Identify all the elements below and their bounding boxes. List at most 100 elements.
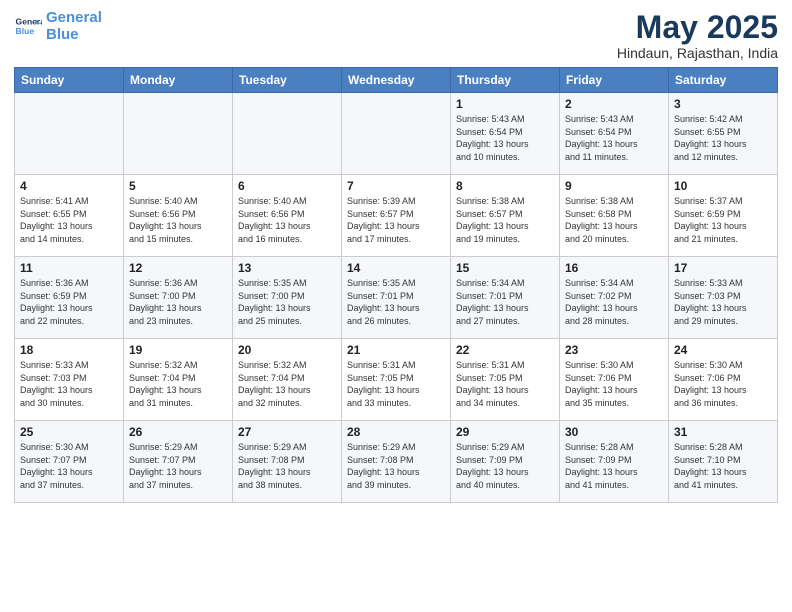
calendar-cell: 8 Sunrise: 5:38 AM Sunset: 6:57 PM Daylig… xyxy=(451,175,560,257)
calendar-week-3: 11Sunrise: 5:36 AM Sunset: 6:59 PM Dayli… xyxy=(15,257,778,339)
day-number: 3 xyxy=(674,97,772,111)
day-info: Sunrise: 5:33 AM Sunset: 7:03 PM Dayligh… xyxy=(20,359,118,409)
title-block: May 2025 Hindaun, Rajasthan, India xyxy=(617,10,778,61)
calendar-cell: 3 Sunrise: 5:42 AM Sunset: 6:55 PM Daylig… xyxy=(669,93,778,175)
day-number: 17 xyxy=(674,261,772,275)
day-info: Sunrise: 5:29 AM Sunset: 7:07 PM Dayligh… xyxy=(129,441,227,491)
calendar-cell: 22Sunrise: 5:31 AM Sunset: 7:05 PM Dayli… xyxy=(451,339,560,421)
calendar-week-5: 25 Sunrise: 5:30 AM Sunset: 7:07 PM Dayli… xyxy=(15,421,778,503)
calendar-cell: 15Sunrise: 5:34 AM Sunset: 7:01 PM Dayli… xyxy=(451,257,560,339)
day-info: Sunrise: 5:35 AM Sunset: 7:00 PM Dayligh… xyxy=(238,277,336,327)
calendar-cell xyxy=(124,93,233,175)
calendar-cell: 21 Sunrise: 5:31 AM Sunset: 7:05 PM Dayli… xyxy=(342,339,451,421)
calendar-page: General Blue General Blue May 2025 Hinda… xyxy=(0,0,792,612)
day-number: 10 xyxy=(674,179,772,193)
day-number: 14 xyxy=(347,261,445,275)
calendar-cell xyxy=(233,93,342,175)
logo: General Blue General Blue xyxy=(14,10,102,43)
day-info: Sunrise: 5:40 AM Sunset: 6:56 PM Dayligh… xyxy=(238,195,336,245)
day-number: 2 xyxy=(565,97,663,111)
day-info: Sunrise: 5:37 AM Sunset: 6:59 PM Dayligh… xyxy=(674,195,772,245)
day-info: Sunrise: 5:33 AM Sunset: 7:03 PM Dayligh… xyxy=(674,277,772,327)
day-info: Sunrise: 5:36 AM Sunset: 6:59 PM Dayligh… xyxy=(20,277,118,327)
day-info: Sunrise: 5:28 AM Sunset: 7:09 PM Dayligh… xyxy=(565,441,663,491)
day-number: 5 xyxy=(129,179,227,193)
calendar-cell: 14Sunrise: 5:35 AM Sunset: 7:01 PM Dayli… xyxy=(342,257,451,339)
day-info: Sunrise: 5:38 AM Sunset: 6:58 PM Dayligh… xyxy=(565,195,663,245)
day-number: 1 xyxy=(456,97,554,111)
day-info: Sunrise: 5:38 AM Sunset: 6:57 PM Dayligh… xyxy=(456,195,554,245)
calendar-cell: 10 Sunrise: 5:37 AM Sunset: 6:59 PM Dayli… xyxy=(669,175,778,257)
day-number: 30 xyxy=(565,425,663,439)
calendar-cell: 7Sunrise: 5:39 AM Sunset: 6:57 PM Daylig… xyxy=(342,175,451,257)
day-info: Sunrise: 5:36 AM Sunset: 7:00 PM Dayligh… xyxy=(129,277,227,327)
day-number: 27 xyxy=(238,425,336,439)
calendar-cell xyxy=(342,93,451,175)
calendar-cell: 23Sunrise: 5:30 AM Sunset: 7:06 PM Dayli… xyxy=(560,339,669,421)
day-number: 28 xyxy=(347,425,445,439)
header-monday: Monday xyxy=(124,68,233,93)
calendar-cell: 11Sunrise: 5:36 AM Sunset: 6:59 PM Dayli… xyxy=(15,257,124,339)
logo-line1: General xyxy=(46,9,102,26)
day-number: 6 xyxy=(238,179,336,193)
calendar-cell: 17 Sunrise: 5:33 AM Sunset: 7:03 PM Dayli… xyxy=(669,257,778,339)
header-wednesday: Wednesday xyxy=(342,68,451,93)
day-info: Sunrise: 5:41 AM Sunset: 6:55 PM Dayligh… xyxy=(20,195,118,245)
day-number: 21 xyxy=(347,343,445,357)
header-row: Sunday Monday Tuesday Wednesday Thursday… xyxy=(15,68,778,93)
calendar-cell: 1 Sunrise: 5:43 AM Sunset: 6:54 PM Daylig… xyxy=(451,93,560,175)
header-thursday: Thursday xyxy=(451,68,560,93)
logo-icon: General Blue xyxy=(14,13,42,41)
day-info: Sunrise: 5:30 AM Sunset: 7:07 PM Dayligh… xyxy=(20,441,118,491)
calendar-body: 1 Sunrise: 5:43 AM Sunset: 6:54 PM Daylig… xyxy=(15,93,778,503)
day-info: Sunrise: 5:29 AM Sunset: 7:08 PM Dayligh… xyxy=(347,441,445,491)
day-number: 29 xyxy=(456,425,554,439)
calendar-title: May 2025 xyxy=(617,10,778,45)
day-info: Sunrise: 5:34 AM Sunset: 7:01 PM Dayligh… xyxy=(456,277,554,327)
day-info: Sunrise: 5:42 AM Sunset: 6:55 PM Dayligh… xyxy=(674,113,772,163)
calendar-cell: 27 Sunrise: 5:29 AM Sunset: 7:08 PM Dayli… xyxy=(233,421,342,503)
calendar-header: Sunday Monday Tuesday Wednesday Thursday… xyxy=(15,68,778,93)
calendar-cell: 18Sunrise: 5:33 AM Sunset: 7:03 PM Dayli… xyxy=(15,339,124,421)
day-info: Sunrise: 5:31 AM Sunset: 7:05 PM Dayligh… xyxy=(456,359,554,409)
day-number: 13 xyxy=(238,261,336,275)
calendar-table: Sunday Monday Tuesday Wednesday Thursday… xyxy=(14,67,778,503)
day-info: Sunrise: 5:40 AM Sunset: 6:56 PM Dayligh… xyxy=(129,195,227,245)
calendar-week-2: 4Sunrise: 5:41 AM Sunset: 6:55 PM Daylig… xyxy=(15,175,778,257)
day-number: 8 xyxy=(456,179,554,193)
svg-text:Blue: Blue xyxy=(16,26,35,36)
day-info: Sunrise: 5:39 AM Sunset: 6:57 PM Dayligh… xyxy=(347,195,445,245)
day-info: Sunrise: 5:31 AM Sunset: 7:05 PM Dayligh… xyxy=(347,359,445,409)
day-info: Sunrise: 5:32 AM Sunset: 7:04 PM Dayligh… xyxy=(238,359,336,409)
calendar-cell: 26Sunrise: 5:29 AM Sunset: 7:07 PM Dayli… xyxy=(124,421,233,503)
day-info: Sunrise: 5:32 AM Sunset: 7:04 PM Dayligh… xyxy=(129,359,227,409)
calendar-cell: 6 Sunrise: 5:40 AM Sunset: 6:56 PM Daylig… xyxy=(233,175,342,257)
calendar-cell xyxy=(15,93,124,175)
calendar-cell: 12 Sunrise: 5:36 AM Sunset: 7:00 PM Dayli… xyxy=(124,257,233,339)
day-info: Sunrise: 5:43 AM Sunset: 6:54 PM Dayligh… xyxy=(456,113,554,163)
calendar-cell: 13 Sunrise: 5:35 AM Sunset: 7:00 PM Dayli… xyxy=(233,257,342,339)
calendar-cell: 25 Sunrise: 5:30 AM Sunset: 7:07 PM Dayli… xyxy=(15,421,124,503)
calendar-cell: 28 Sunrise: 5:29 AM Sunset: 7:08 PM Dayli… xyxy=(342,421,451,503)
header-friday: Friday xyxy=(560,68,669,93)
calendar-cell: 2Sunrise: 5:43 AM Sunset: 6:54 PM Daylig… xyxy=(560,93,669,175)
day-number: 31 xyxy=(674,425,772,439)
day-info: Sunrise: 5:29 AM Sunset: 7:08 PM Dayligh… xyxy=(238,441,336,491)
day-info: Sunrise: 5:29 AM Sunset: 7:09 PM Dayligh… xyxy=(456,441,554,491)
day-info: Sunrise: 5:30 AM Sunset: 7:06 PM Dayligh… xyxy=(674,359,772,409)
calendar-cell: 29 Sunrise: 5:29 AM Sunset: 7:09 PM Dayli… xyxy=(451,421,560,503)
day-info: Sunrise: 5:34 AM Sunset: 7:02 PM Dayligh… xyxy=(565,277,663,327)
header: General Blue General Blue May 2025 Hinda… xyxy=(14,10,778,61)
calendar-cell: 4Sunrise: 5:41 AM Sunset: 6:55 PM Daylig… xyxy=(15,175,124,257)
day-number: 24 xyxy=(674,343,772,357)
calendar-cell: 9 Sunrise: 5:38 AM Sunset: 6:58 PM Daylig… xyxy=(560,175,669,257)
day-number: 19 xyxy=(129,343,227,357)
calendar-week-4: 18Sunrise: 5:33 AM Sunset: 7:03 PM Dayli… xyxy=(15,339,778,421)
day-number: 12 xyxy=(129,261,227,275)
calendar-week-1: 1 Sunrise: 5:43 AM Sunset: 6:54 PM Daylig… xyxy=(15,93,778,175)
calendar-cell: 30 Sunrise: 5:28 AM Sunset: 7:09 PM Dayli… xyxy=(560,421,669,503)
day-number: 25 xyxy=(20,425,118,439)
day-number: 9 xyxy=(565,179,663,193)
calendar-subtitle: Hindaun, Rajasthan, India xyxy=(617,45,778,61)
calendar-cell: 5 Sunrise: 5:40 AM Sunset: 6:56 PM Daylig… xyxy=(124,175,233,257)
